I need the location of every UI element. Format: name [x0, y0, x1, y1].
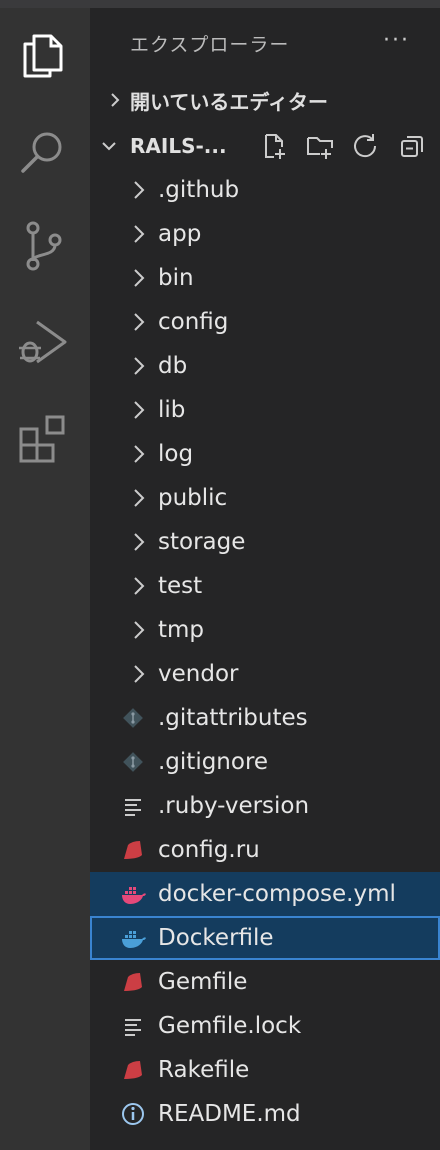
item-label: Gemfile	[158, 969, 248, 995]
collapse-all-icon[interactable]	[396, 130, 428, 162]
folder-item[interactable]: storage	[90, 520, 440, 564]
chevron-right-icon	[124, 659, 154, 689]
git-icon	[118, 747, 148, 777]
source-control-icon[interactable]	[15, 218, 71, 274]
chevron-right-icon	[124, 483, 154, 513]
item-label: tmp	[158, 617, 205, 643]
more-actions-button[interactable]: ···	[383, 28, 410, 53]
item-label: Rakefile	[158, 1057, 250, 1083]
run-debug-icon[interactable]	[15, 314, 71, 370]
folder-item[interactable]: app	[90, 212, 440, 256]
item-label: .github	[158, 177, 240, 203]
folder-item[interactable]: log	[90, 432, 440, 476]
open-editors-label: 開いているエディター	[130, 89, 328, 114]
folder-item[interactable]: db	[90, 344, 440, 388]
text-file-icon	[118, 1011, 148, 1041]
docker-icon	[118, 923, 148, 953]
chevron-right-icon	[124, 615, 154, 645]
item-label: Gemfile.lock	[158, 1013, 302, 1039]
file-item[interactable]: .gitignore	[90, 740, 440, 784]
chevron-right-icon	[124, 571, 154, 601]
item-label: lib	[158, 397, 186, 423]
file-item[interactable]: Rakefile	[90, 1048, 440, 1092]
ruby-icon	[118, 835, 148, 865]
text-file-icon	[118, 791, 148, 821]
file-item[interactable]: README.md	[90, 1092, 440, 1136]
item-label: public	[158, 485, 228, 511]
chevron-right-icon	[100, 85, 130, 115]
file-item[interactable]: config.ru	[90, 828, 440, 872]
project-section[interactable]: RAILS-...	[90, 124, 440, 168]
chevron-right-icon	[124, 175, 154, 205]
item-label: README.md	[158, 1101, 301, 1127]
file-item[interactable]: .ruby-version	[90, 784, 440, 828]
folder-item[interactable]: .github	[90, 168, 440, 212]
ruby-icon	[118, 967, 148, 997]
chevron-down-icon	[94, 131, 124, 161]
info-icon	[118, 1099, 148, 1129]
open-editors-section[interactable]: 開いているエディター	[90, 78, 440, 122]
ruby-icon	[118, 1055, 148, 1085]
title-strip	[0, 0, 440, 8]
file-item[interactable]: Gemfile.lock	[90, 1004, 440, 1048]
project-actions	[258, 130, 428, 162]
chevron-right-icon	[124, 307, 154, 337]
extensions-icon[interactable]	[15, 411, 71, 467]
chevron-right-icon	[124, 219, 154, 249]
item-label: test	[158, 573, 203, 599]
explorer-sidebar: エクスプローラー ··· 開いているエディター RAILS-... .githu…	[90, 8, 440, 1150]
chevron-right-icon	[124, 395, 154, 425]
explorer-title: エクスプローラー	[130, 34, 290, 56]
item-label: Dockerfile	[158, 925, 274, 951]
folder-item[interactable]: test	[90, 564, 440, 608]
item-label: docker-compose.yml	[158, 881, 396, 907]
file-item[interactable]: Gemfile	[90, 960, 440, 1004]
chevron-right-icon	[124, 527, 154, 557]
chevron-right-icon	[124, 351, 154, 381]
item-label: log	[158, 441, 194, 467]
explorer-icon[interactable]	[15, 28, 71, 84]
project-label: RAILS-...	[130, 134, 227, 158]
new-file-icon[interactable]	[258, 130, 290, 162]
folder-item[interactable]: bin	[90, 256, 440, 300]
item-label: app	[158, 221, 202, 247]
folder-item[interactable]: vendor	[90, 652, 440, 696]
item-label: bin	[158, 265, 194, 291]
docker-compose-icon	[118, 879, 148, 909]
item-label: config	[158, 309, 229, 335]
item-label: vendor	[158, 661, 239, 687]
folder-item[interactable]: config	[90, 300, 440, 344]
folder-item[interactable]: public	[90, 476, 440, 520]
item-label: .gitattributes	[158, 705, 308, 731]
new-folder-icon[interactable]	[304, 130, 336, 162]
activity-bar	[0, 8, 90, 1150]
folder-item[interactable]: tmp	[90, 608, 440, 652]
file-item[interactable]: .gitattributes	[90, 696, 440, 740]
item-label: .gitignore	[158, 749, 269, 775]
file-item[interactable]: docker-compose.yml	[90, 872, 440, 916]
chevron-right-icon	[124, 263, 154, 293]
file-item[interactable]: Dockerfile	[90, 916, 440, 960]
refresh-icon[interactable]	[350, 130, 382, 162]
item-label: storage	[158, 529, 246, 555]
item-label: .ruby-version	[158, 793, 310, 819]
chevron-right-icon	[124, 439, 154, 469]
folder-item[interactable]: lib	[90, 388, 440, 432]
item-label: db	[158, 353, 188, 379]
git-icon	[118, 703, 148, 733]
search-icon[interactable]	[15, 125, 71, 181]
item-label: config.ru	[158, 837, 260, 863]
